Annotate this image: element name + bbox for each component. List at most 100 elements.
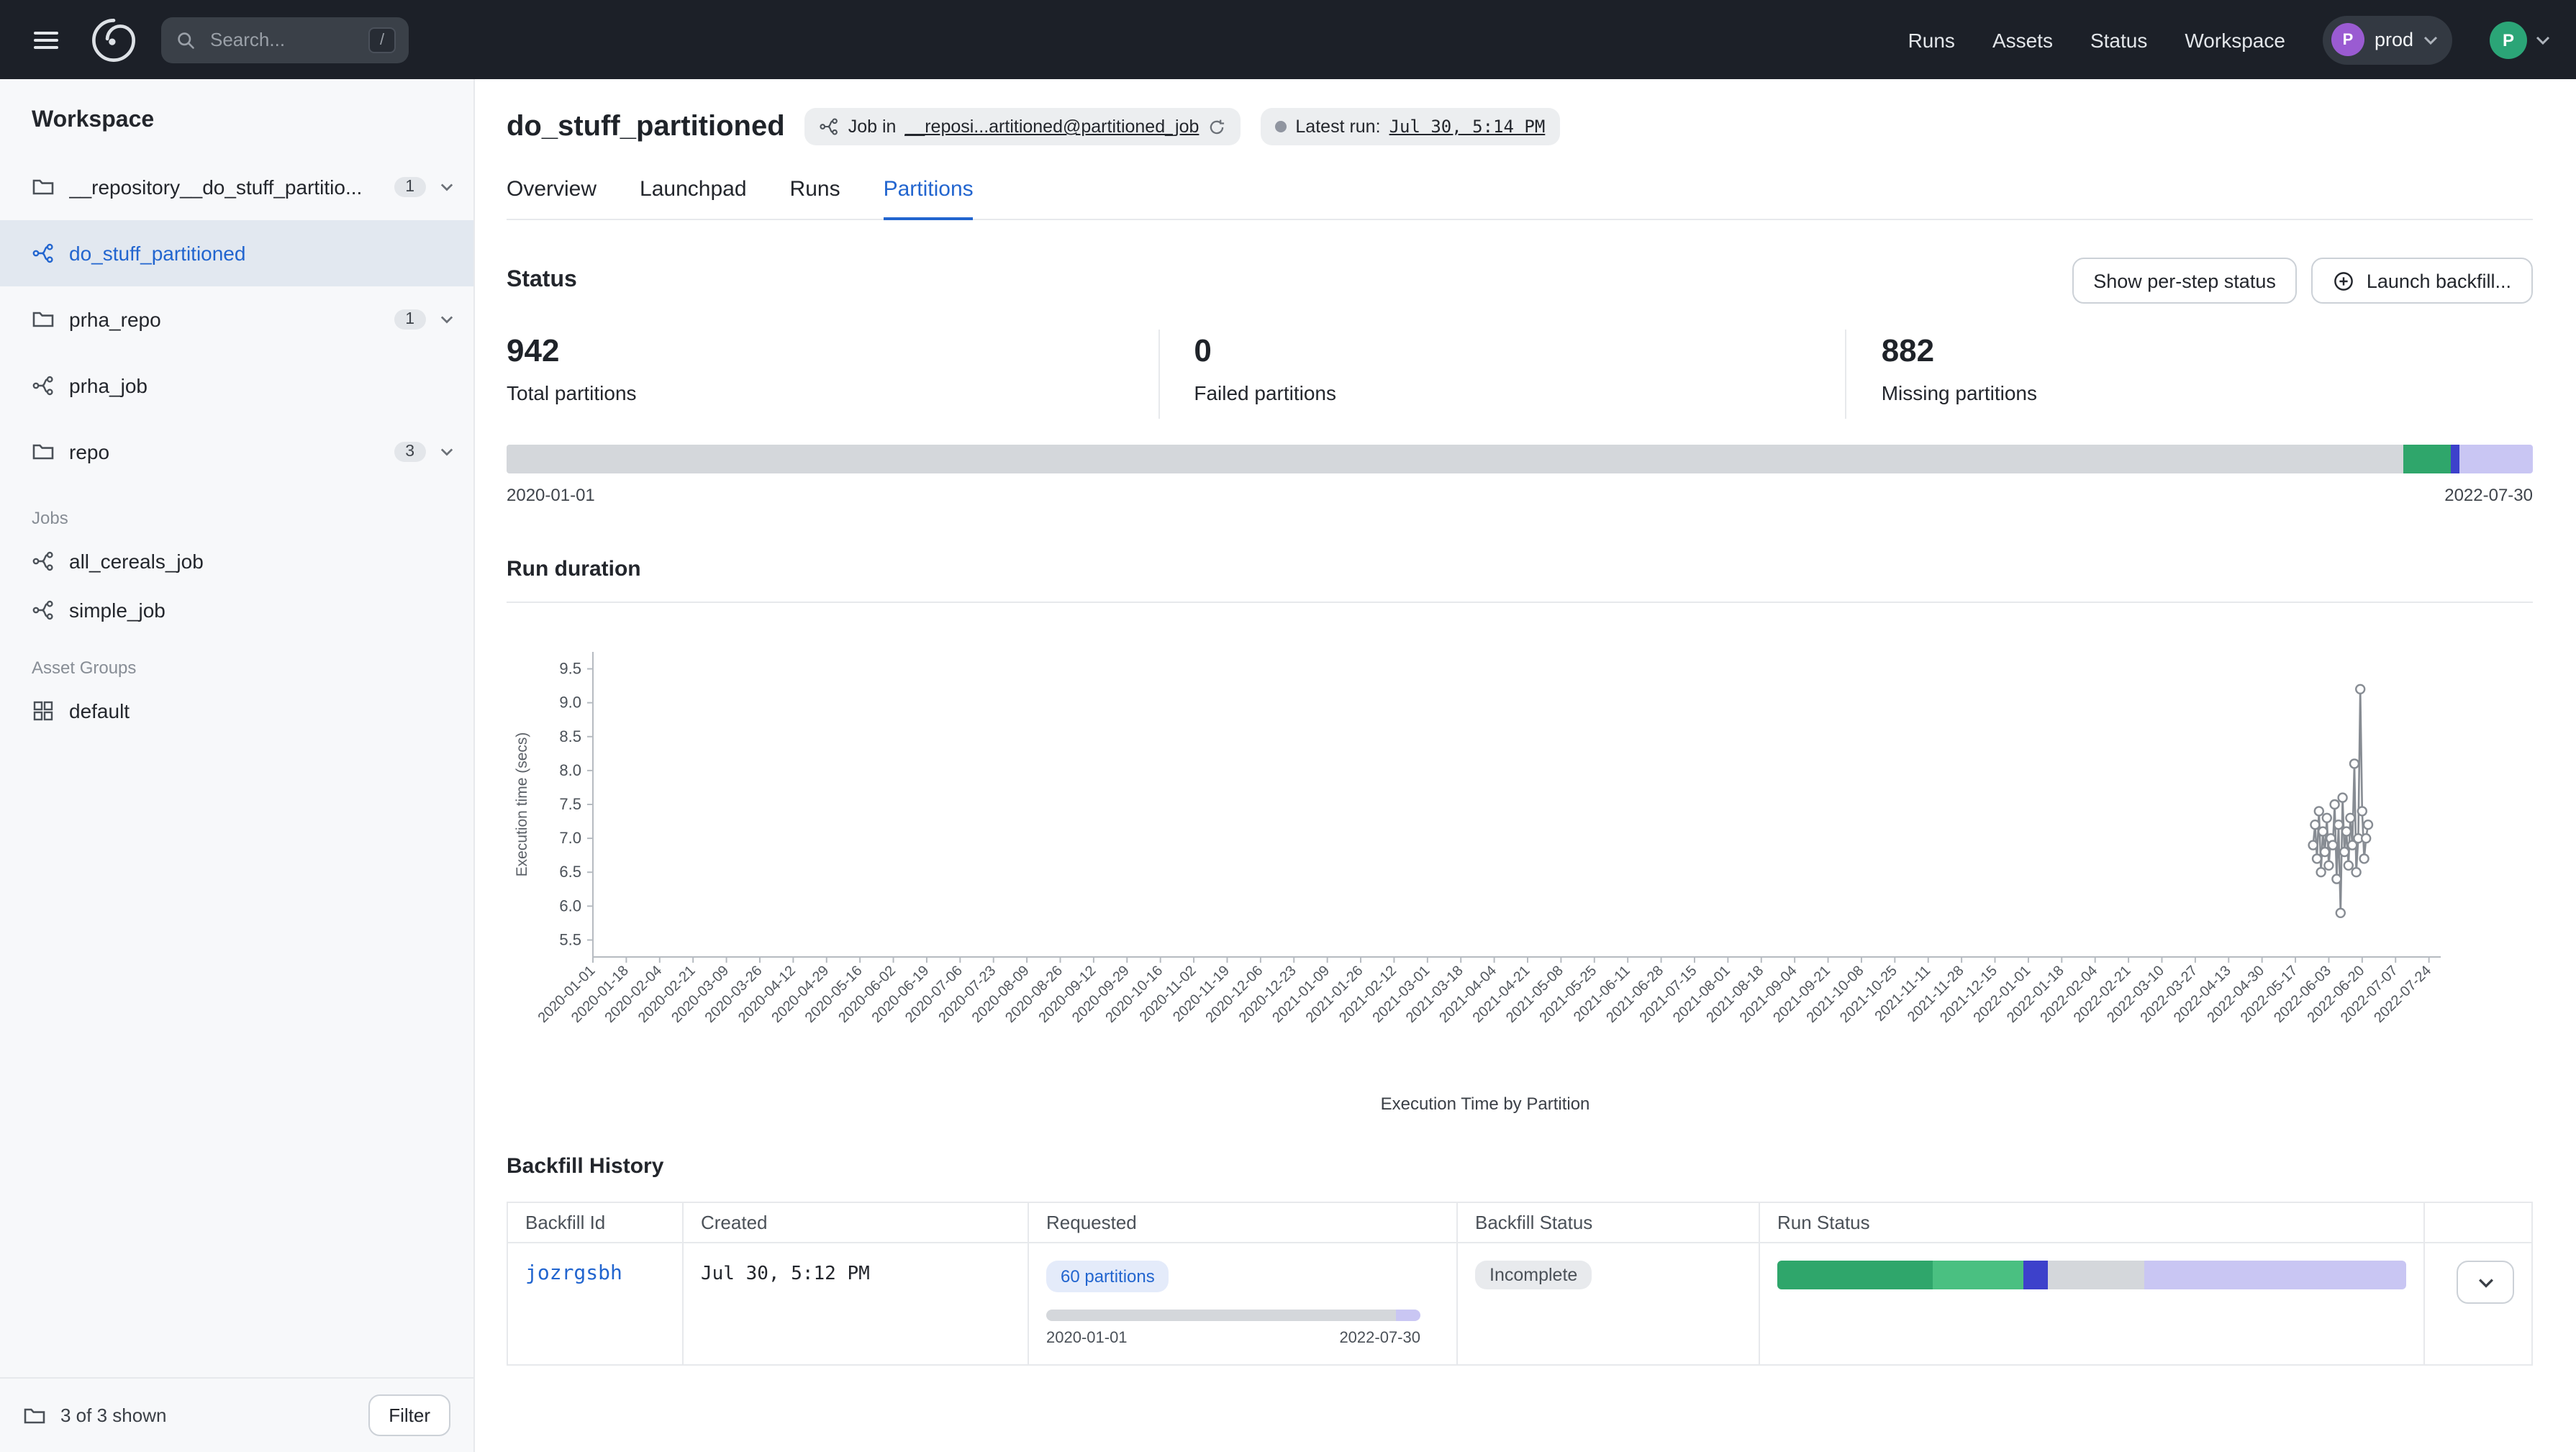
workspace-sidebar: Workspace __repository__do_stuff_partiti… <box>0 79 475 1452</box>
svg-text:6.0: 6.0 <box>559 897 581 915</box>
backfill-id-link[interactable]: jozrgsbh <box>525 1262 622 1285</box>
plus-circle-icon <box>2334 270 2355 291</box>
sidebar-item-label: default <box>69 699 130 722</box>
sidebar-item-label: prha_job <box>69 374 453 397</box>
tab-bar: Overview Launchpad Runs Partitions <box>507 177 2533 220</box>
svg-text:Execution time (secs): Execution time (secs) <box>514 732 530 877</box>
sidebar-item-simple-job[interactable]: simple_job <box>0 586 473 635</box>
run-duration-chart: 5.56.06.57.07.58.08.59.09.52020-01-01202… <box>507 635 2533 1114</box>
stat-missing-partitions: 882 Missing partitions <box>1846 330 2533 419</box>
reload-icon[interactable] <box>1207 117 1226 136</box>
sidebar-item-label: do_stuff_partitioned <box>69 242 453 265</box>
svg-text:9.5: 9.5 <box>559 660 581 678</box>
stat-total-partitions: 942 Total partitions <box>507 330 1158 419</box>
nav-status[interactable]: Status <box>2090 28 2147 51</box>
chevron-down-icon <box>2477 1277 2493 1287</box>
chevron-down-icon[interactable] <box>440 183 453 191</box>
asset-group-icon <box>32 699 55 722</box>
nav-assets[interactable]: Assets <box>1992 28 2053 51</box>
hamburger-icon <box>32 25 60 54</box>
sidebar-item-repository[interactable]: __repository__do_stuff_partitio... 1 <box>0 154 473 220</box>
search-shortcut-key: / <box>368 27 396 53</box>
chevron-down-icon[interactable] <box>440 315 453 324</box>
backfill-history-table: Backfill Id Created Requested Backfill S… <box>507 1202 2533 1366</box>
chevron-down-icon <box>2536 35 2550 44</box>
sidebar-item-prha-job[interactable]: prha_job <box>0 353 473 419</box>
count-badge: 1 <box>394 309 426 330</box>
partition-stats: 942 Total partitions 0 Failed partitions… <box>507 330 2533 419</box>
sidebar-item-label: prha_repo <box>69 308 379 331</box>
backfill-created: Jul 30, 5:12 PM <box>701 1263 870 1285</box>
partition-status-bar <box>507 445 2533 473</box>
tab-partitions[interactable]: Partitions <box>884 177 974 219</box>
sidebar-item-repo[interactable]: repo 3 <box>0 419 473 485</box>
col-backfill-status: Backfill Status <box>1457 1202 1759 1243</box>
hamburger-menu-button[interactable] <box>26 19 66 60</box>
page-title: do_stuff_partitioned <box>507 110 785 143</box>
tab-overview[interactable]: Overview <box>507 177 597 219</box>
job-chip: Job in __reposi...artitioned@partitioned… <box>805 108 1241 145</box>
row-expand-button[interactable] <box>2457 1261 2514 1304</box>
show-per-step-status-button[interactable]: Show per-step status <box>2072 258 2298 304</box>
svg-text:6.5: 6.5 <box>559 863 581 881</box>
search-field[interactable] <box>207 27 357 52</box>
sidebar-item-label: all_cereals_job <box>69 550 204 573</box>
requested-range-end: 2022-07-30 <box>1339 1330 1420 1347</box>
search-icon <box>176 30 196 50</box>
table-row: jozrgsbh Jul 30, 5:12 PM 60 partitions 2… <box>507 1243 2532 1365</box>
search-input[interactable]: / <box>161 17 409 63</box>
col-created: Created <box>683 1202 1028 1243</box>
svg-text:8.5: 8.5 <box>559 727 581 745</box>
latest-run-chip: Latest run: Jul 30, 5:14 PM <box>1261 108 1559 145</box>
job-repo-link[interactable]: __reposi...artitioned@partitioned_job <box>904 117 1199 137</box>
user-menu[interactable]: P <box>2490 21 2550 58</box>
sidebar-item-label: repo <box>69 440 379 463</box>
requested-range-start: 2020-01-01 <box>1046 1330 1128 1347</box>
execution-time-chart: 5.56.06.57.07.58.08.59.09.52020-01-01202… <box>507 635 2464 1084</box>
sidebar-item-label: __repository__do_stuff_partitio... <box>69 176 379 199</box>
col-run-status: Run Status <box>1759 1202 2424 1243</box>
requested-progress-bar <box>1046 1310 1420 1321</box>
filter-button[interactable]: Filter <box>368 1394 450 1436</box>
count-badge: 1 <box>394 177 426 197</box>
tab-launchpad[interactable]: Launchpad <box>640 177 747 219</box>
sidebar-item-prha-repo[interactable]: prha_repo 1 <box>0 286 473 353</box>
tab-runs[interactable]: Runs <box>790 177 840 219</box>
job-icon <box>32 550 55 573</box>
sidebar-item-default-asset-group[interactable]: default <box>0 686 473 735</box>
sidebar-footer: 3 of 3 shown Filter <box>0 1377 473 1452</box>
asset-groups-section-label: Asset Groups <box>0 635 473 686</box>
folder-icon <box>32 176 55 199</box>
environment-switcher[interactable]: P prod <box>2323 15 2452 64</box>
svg-text:5.5: 5.5 <box>559 930 581 948</box>
topbar: / Runs Assets Status Workspace P prod P <box>0 0 2576 79</box>
latest-run-link[interactable]: Jul 30, 5:14 PM <box>1389 117 1546 137</box>
dagster-logo[interactable] <box>89 15 138 64</box>
partition-range-start: 2020-01-01 <box>507 485 595 505</box>
backfill-status-badge: Incomplete <box>1475 1261 1592 1289</box>
job-icon <box>32 599 55 622</box>
nav-workspace[interactable]: Workspace <box>2185 28 2285 51</box>
main-content: do_stuff_partitioned Job in __reposi...a… <box>475 79 2576 1452</box>
chevron-down-icon[interactable] <box>440 448 453 456</box>
sidebar-item-all-cereals-job[interactable]: all_cereals_job <box>0 537 473 586</box>
chart-caption: Execution Time by Partition <box>507 1094 2464 1114</box>
run-status-bar <box>1777 1261 2406 1289</box>
user-avatar: P <box>2490 21 2527 58</box>
job-chip-prefix: Job in <box>848 117 897 137</box>
job-icon <box>32 374 55 397</box>
table-header-row: Backfill Id Created Requested Backfill S… <box>507 1202 2532 1243</box>
launch-backfill-button[interactable]: Launch backfill... <box>2312 258 2533 304</box>
svg-text:7.5: 7.5 <box>559 795 581 813</box>
count-badge: 3 <box>394 442 426 462</box>
requested-partitions-chip[interactable]: 60 partitions <box>1046 1261 1169 1292</box>
run-status-dot <box>1275 121 1287 132</box>
sidebar-item-do-stuff-partitioned[interactable]: do_stuff_partitioned <box>0 220 473 286</box>
svg-text:8.0: 8.0 <box>559 761 581 779</box>
nav-runs[interactable]: Runs <box>1908 28 1955 51</box>
sidebar-item-label: simple_job <box>69 599 165 622</box>
folder-icon <box>23 1404 46 1427</box>
env-avatar: P <box>2331 23 2364 56</box>
latest-run-label: Latest run: <box>1295 117 1380 137</box>
job-icon <box>32 242 55 265</box>
